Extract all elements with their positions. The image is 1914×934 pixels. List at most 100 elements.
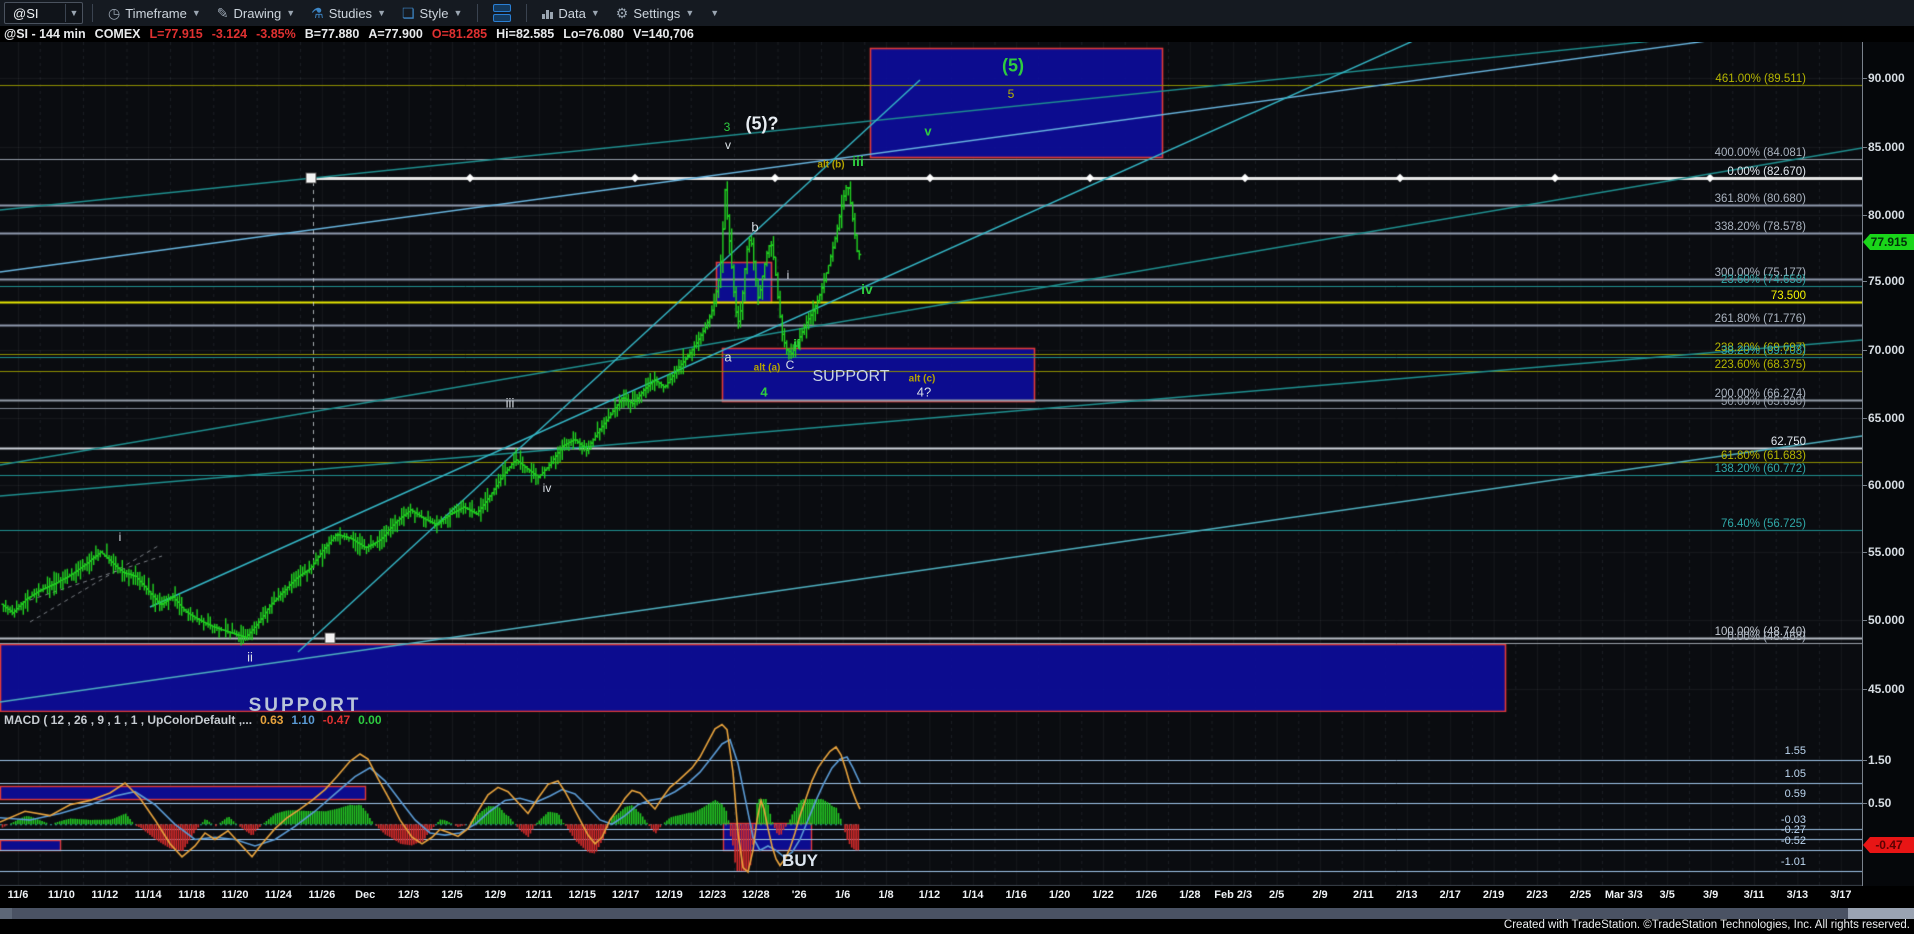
drawing-handle[interactable] <box>325 633 336 644</box>
macd-box-small[interactable] <box>0 840 61 851</box>
time-axis-label: 12/15 <box>568 889 596 901</box>
wave-label-v: v <box>725 138 731 152</box>
fib-level-label: 50.00% (65.690) <box>1721 396 1806 408</box>
time-axis-label: 11/18 <box>178 889 205 901</box>
scrollbar-thumb[interactable] <box>1848 908 1914 919</box>
time-axis-label: 1/28 <box>1179 889 1200 901</box>
fib-level-label: 338.20% (78.578) <box>1715 221 1806 233</box>
price-panel[interactable]: 461.00% (89.511)400.00% (84.081)0.00% (8… <box>0 42 1862 712</box>
wave-label-i: i <box>787 268 790 282</box>
chevron-down-icon: ▼ <box>710 8 719 18</box>
macd-level-label: 1.55 <box>1785 745 1806 757</box>
macd-panel[interactable]: 1.551.050.59-0.03-0.27-0.52-1.01BUY <box>0 727 1862 886</box>
bar-chart-icon <box>542 7 553 19</box>
menu-timeframe-label: Timeframe <box>125 6 187 21</box>
price-axis-tick: 70.000 <box>1868 343 1905 357</box>
price-axis-tick: 90.000 <box>1868 71 1905 85</box>
menu-studies-label: Studies <box>329 6 372 21</box>
price-axis-tick: 45.000 <box>1868 682 1905 696</box>
price-axis-tick: 75.000 <box>1868 274 1905 288</box>
time-axis-label: 12/23 <box>699 889 727 901</box>
macd-level-label: -0.52 <box>1781 835 1806 847</box>
time-axis-label: 1/14 <box>962 889 983 901</box>
macd-study-label: MACD ( 12 , 26 , 9 , 1 , 1 , UpColorDefa… <box>4 713 252 727</box>
macd-diff-value: -0.47 <box>323 713 350 727</box>
menu-drawing[interactable]: ✎ Drawing ▼ <box>211 1 301 25</box>
time-axis-label: 3/11 <box>1744 889 1765 901</box>
time-axis-label: 11/24 <box>265 889 292 901</box>
quote-exchange: COMEX <box>95 27 141 41</box>
toolbar-divider <box>92 4 93 22</box>
quote-ask: A=77.900 <box>368 27 423 41</box>
drawing-handle[interactable] <box>306 173 317 184</box>
menu-data[interactable]: Data ▼ <box>536 1 605 25</box>
macd-value-badge: -0.47 <box>1863 837 1914 853</box>
wave5-target-box[interactable] <box>870 48 1163 158</box>
menu-studies[interactable]: ⚗ Studies ▼ <box>305 1 392 25</box>
menu-data-label: Data <box>558 6 585 21</box>
price-axis-tick: 50.000 <box>1868 613 1905 627</box>
consolidation-box[interactable] <box>716 262 772 303</box>
time-axis-label: 12/3 <box>398 889 419 901</box>
time-axis-label: Dec <box>355 889 375 901</box>
horizontal-scrollbar[interactable] <box>0 908 1914 919</box>
chevron-down-icon: ▼ <box>453 8 462 18</box>
menu-style-label: Style <box>420 6 449 21</box>
wave-label-iv: iv <box>543 481 552 495</box>
time-axis-label: 2/17 <box>1439 889 1460 901</box>
macd-level-label: 0.59 <box>1785 788 1806 800</box>
menu-timeframe[interactable]: ◷ Timeframe ▼ <box>102 1 207 25</box>
menu-style[interactable]: ❏ Style ▼ <box>396 1 468 25</box>
macd-axis-tick: 0.50 <box>1868 796 1891 810</box>
time-axis-label: 2/23 <box>1526 889 1547 901</box>
menu-settings-label: Settings <box>633 6 680 21</box>
flask-icon: ⚗ <box>311 5 324 22</box>
macd-buy-box[interactable] <box>723 823 812 851</box>
wave-label-b: b <box>751 220 758 235</box>
quote-change-pct: -3.85% <box>256 27 296 41</box>
macd-box-left[interactable] <box>0 786 366 800</box>
style-icon: ❏ <box>402 5 415 22</box>
price-axis-tick: 85.000 <box>1868 140 1905 154</box>
price-axis[interactable]: 90.000 85.000 80.000 75.000 70.000 65.000 60.0… <box>1862 42 1914 886</box>
chevron-down-icon[interactable]: ▼ <box>65 4 82 22</box>
time-axis[interactable]: 11/611/1011/1211/1411/1811/2011/2411/26D… <box>0 886 1914 908</box>
time-axis-label: 1/26 <box>1136 889 1157 901</box>
time-axis-label: 12/9 <box>485 889 506 901</box>
time-axis-label: 2/5 <box>1269 889 1284 901</box>
quote-symbol: @SI - 144 min <box>4 27 86 41</box>
price-axis-tick: 80.000 <box>1868 208 1905 222</box>
time-axis-label: 12/28 <box>742 889 770 901</box>
toolbar-overflow[interactable]: ▼ <box>704 1 725 25</box>
support-box-mid[interactable] <box>722 348 1035 402</box>
time-axis-label: 3/13 <box>1787 889 1808 901</box>
chevron-down-icon: ▼ <box>286 8 295 18</box>
price-axis-tick: 65.000 <box>1868 411 1905 425</box>
support-box-bottom[interactable] <box>0 644 1506 712</box>
time-axis-label: 1/20 <box>1049 889 1070 901</box>
menu-settings[interactable]: ⚙ Settings ▼ <box>610 1 700 25</box>
time-axis-label: 11/20 <box>222 889 249 901</box>
macd-header[interactable]: MACD ( 12 , 26 , 9 , 1 , 1 , UpColorDefa… <box>0 712 1866 727</box>
fib-level-label: 261.80% (71.776) <box>1715 313 1806 325</box>
toolbar-divider <box>526 4 527 22</box>
time-axis-label: 2/11 <box>1353 889 1374 901</box>
fib-level-label: 0.00% (48.468) <box>1727 631 1806 643</box>
toolbar: @SI ▼ ◷ Timeframe ▼ ✎ Drawing ▼ ⚗ Studie… <box>0 0 1914 27</box>
layers-icon[interactable] <box>487 2 517 24</box>
quote-bar: @SI - 144 min COMEX L=77.915 -3.124 -3.8… <box>0 26 1914 42</box>
time-axis-label: '26 <box>792 889 807 901</box>
time-axis-label: 1/6 <box>835 889 850 901</box>
last-price-badge: 77.915 <box>1863 234 1914 250</box>
toolbar-divider <box>477 4 478 22</box>
fib-level-label: 223.60% (68.375) <box>1715 359 1806 371</box>
pencil-icon: ✎ <box>217 5 229 22</box>
gear-icon: ⚙ <box>616 5 629 22</box>
price-axis-tick: 60.000 <box>1868 478 1905 492</box>
scrollbar-left-button[interactable] <box>0 908 12 919</box>
clock-icon: ◷ <box>108 5 120 22</box>
quote-low: Lo=76.080 <box>563 27 624 41</box>
quote-bid: B=77.880 <box>305 27 360 41</box>
symbol-select[interactable]: @SI ▼ <box>4 2 83 24</box>
wave-label-altb: alt (b) <box>817 160 844 171</box>
